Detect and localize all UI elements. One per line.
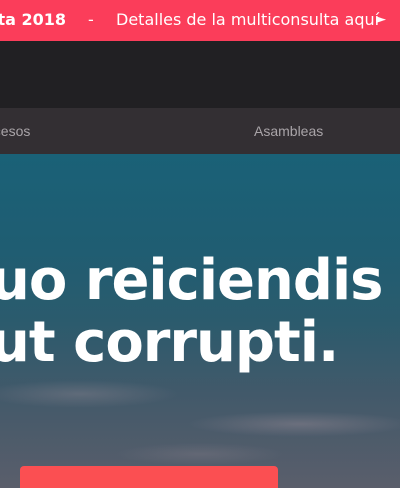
nav-item-procesos[interactable]: ocesos bbox=[0, 123, 30, 139]
hero-headline: uo reiciendis ut corrupti. bbox=[0, 250, 400, 374]
nav-item-asambleas[interactable]: Asambleas bbox=[254, 123, 323, 139]
hero-cta-button[interactable] bbox=[20, 466, 278, 488]
announcement-title: lta 2018 bbox=[0, 10, 67, 29]
announcement-link[interactable]: Detalles de la multiconsulta aquí bbox=[116, 10, 379, 29]
hero-headline-line-1: uo reiciendis bbox=[0, 248, 383, 313]
hero-banner: uo reiciendis ut corrupti. bbox=[0, 154, 400, 488]
announcement-bar: lta 2018 - Detalles de la multiconsulta … bbox=[0, 0, 400, 41]
hero-headline-line-2: ut corrupti. bbox=[0, 310, 339, 375]
site-header bbox=[0, 41, 400, 108]
play-arrow-icon[interactable]: ► bbox=[376, 10, 386, 30]
main-nav: ocesos Asambleas bbox=[0, 108, 400, 154]
announcement-separator: - bbox=[88, 10, 94, 29]
